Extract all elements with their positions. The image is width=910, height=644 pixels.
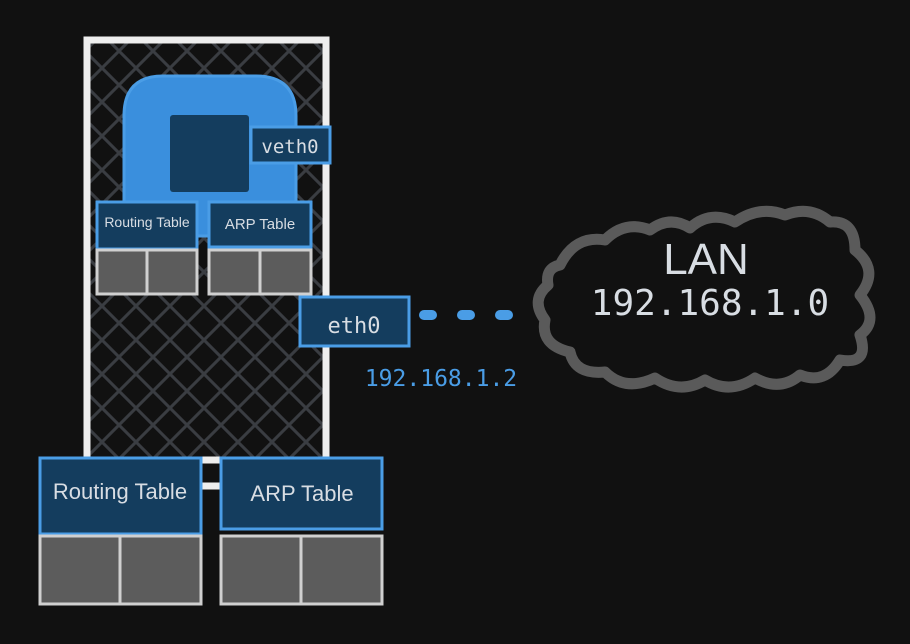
lan-name: LAN xyxy=(663,235,749,284)
namespace-process xyxy=(170,115,249,192)
table-cell xyxy=(207,248,262,296)
eth0-label: eth0 xyxy=(328,314,381,339)
network-diagram: veth0 Routing Table ARP Table eth0 192.1… xyxy=(38,36,876,606)
namespace-routing-table-label: Routing Table xyxy=(104,214,190,230)
table-cell xyxy=(95,248,149,296)
namespace-arp-table: ARP Table xyxy=(207,200,313,296)
table-cell xyxy=(219,534,303,606)
veth0-interface: veth0 xyxy=(249,125,332,165)
table-cell xyxy=(258,248,313,296)
namespace-arp-table-label: ARP Table xyxy=(225,216,295,233)
host-arp-table-label: ARP Table xyxy=(250,481,353,506)
table-cell xyxy=(118,534,203,606)
host-routing-table: Routing Table xyxy=(38,456,203,606)
lan-subnet: 192.168.1.0 xyxy=(591,283,829,324)
table-cell xyxy=(145,248,199,296)
veth0-label: veth0 xyxy=(261,136,318,158)
table-cell xyxy=(38,534,122,606)
host-routing-table-label: Routing Table xyxy=(53,479,187,504)
host-arp-table: ARP Table xyxy=(219,456,384,606)
namespace-routing-table: Routing Table xyxy=(95,200,199,296)
table-cell xyxy=(299,534,384,606)
host-ip-label: 192.168.1.2 xyxy=(365,366,517,392)
eth0-interface: eth0 xyxy=(298,295,411,348)
